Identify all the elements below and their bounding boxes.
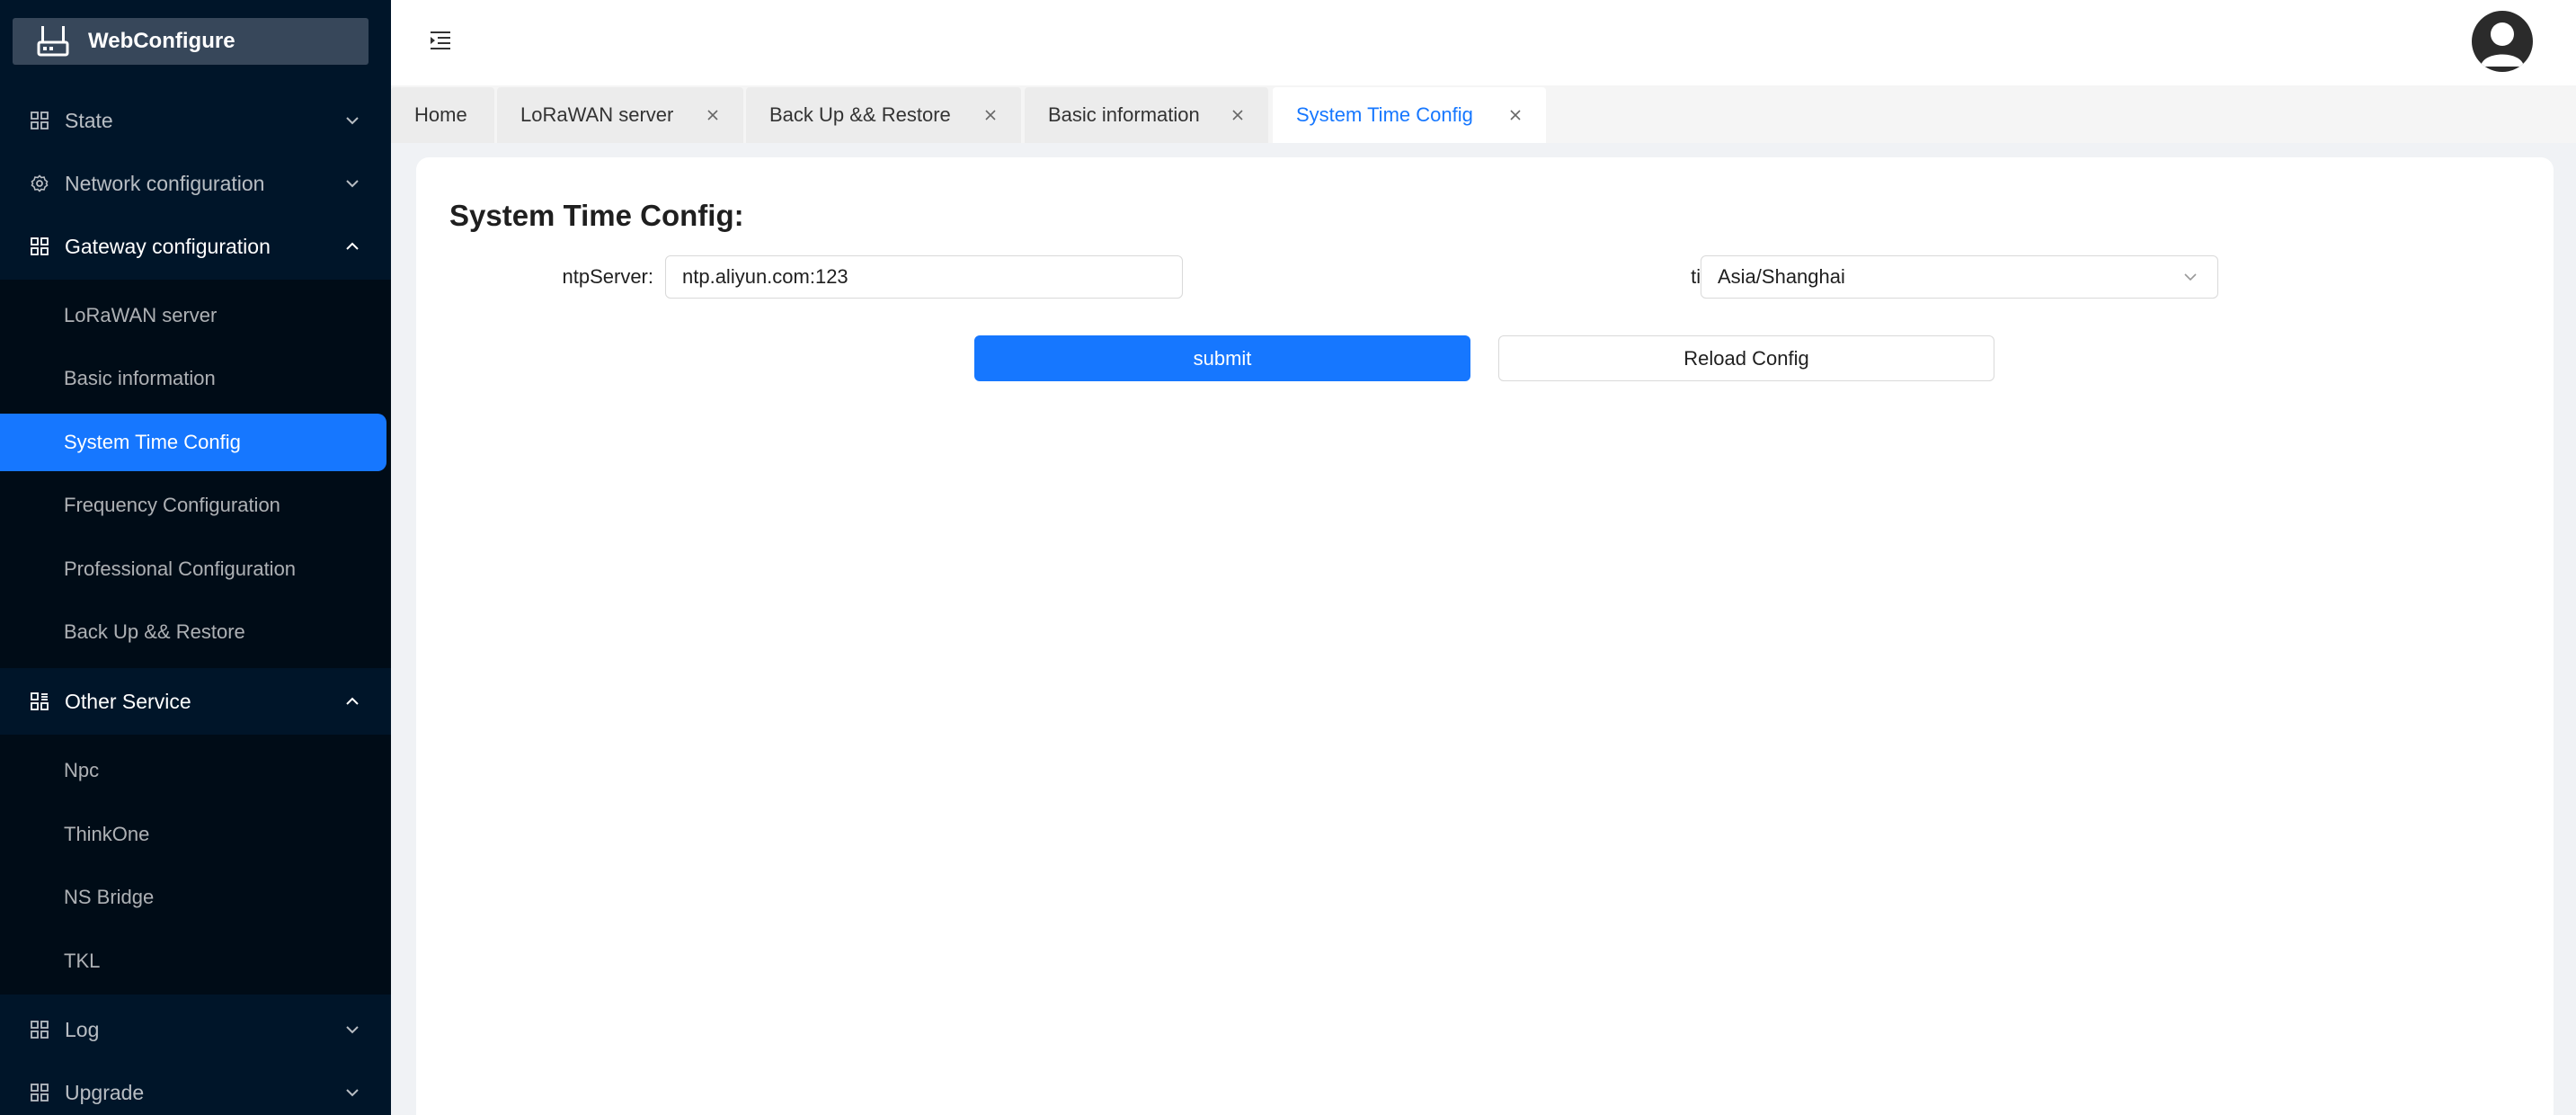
content-panel: System Time Config: ntpServer: ntp.aliyu… [416,157,2554,1115]
sidebar-item-label: Frequency Configuration [64,494,280,516]
sidebar-group-label: Log [65,1017,100,1041]
grid-icon [31,1084,49,1102]
sidebar-item-frequency-configuration[interactable]: Frequency Configuration [0,477,386,534]
chevron-down-icon [346,180,359,188]
sidebar-group-network[interactable]: Network configuration [0,152,391,215]
sidebar-item-lorawan-server[interactable]: LoRaWAN server [0,287,386,344]
sidebar-item-label: ThinkOne [64,823,150,845]
sidebar-group-label: State [65,108,113,132]
timezone-value: Asia/Shanghai [1718,265,1845,288]
sidebar-item-thinkone[interactable]: ThinkOne [0,806,386,863]
sidebar-item-label: Basic information [64,367,216,389]
sidebar-item-backup-restore[interactable]: Back Up && Restore [0,603,386,661]
grid-icon [31,112,49,129]
chevron-down-icon [346,1026,359,1034]
tab-label: Home [414,103,467,126]
sidebar-group-label: Upgrade [65,1080,145,1104]
sidebar-item-system-time-config[interactable]: System Time Config [0,414,386,471]
sidebar-group-label: Gateway configuration [65,234,271,258]
tab-system-time-config[interactable]: System Time Config [1273,87,1546,143]
top-header [391,0,2576,85]
tab-label: Back Up && Restore [769,103,951,126]
close-icon[interactable] [1508,108,1523,122]
chevron-up-icon [346,697,359,705]
sidebar: WebConfigure State Network configuration [0,0,391,1115]
chevron-down-icon [346,1089,359,1097]
chevron-down-icon [346,117,359,125]
sidebar-item-label: NS Bridge [64,886,155,908]
sidebar-item-ns-bridge[interactable]: NS Bridge [0,869,386,926]
sidebar-group-gateway[interactable]: Gateway configuration [0,215,391,278]
tab-backup-restore[interactable]: Back Up && Restore [746,87,1021,143]
sidebar-group-label: Other Service [65,689,191,713]
sidebar-item-basic-information[interactable]: Basic information [0,350,386,407]
page-title: System Time Config: [449,199,744,232]
sidebar-group-other-service[interactable]: Other Service [0,670,391,733]
ntp-server-label: ntpServer: [562,265,654,288]
tab-basic-information[interactable]: Basic information [1025,87,1268,143]
tab-label: System Time Config [1296,103,1473,126]
tab-label: LoRaWAN server [520,103,674,126]
grid-icon [31,1021,49,1039]
submit-button[interactable]: submit [974,335,1470,381]
chevron-up-icon [346,242,359,250]
sidebar-item-label: Back Up && Restore [64,620,245,643]
sidebar-item-label: System Time Config [64,431,241,453]
app-root: WebConfigure State Network configuration [0,0,2576,1115]
menu-fold-icon[interactable] [427,27,454,54]
sidebar-item-label: TKL [64,950,101,972]
ntp-server-input[interactable]: ntp.aliyun.com:123 [665,255,1183,299]
router-icon [37,26,69,57]
sidebar-group-state[interactable]: State [0,89,391,152]
tab-home[interactable]: Home [391,87,494,143]
sidebar-group-upgrade[interactable]: Upgrade [0,1061,391,1115]
logo[interactable]: WebConfigure [13,18,369,65]
timezone-select[interactable]: Asia/Shanghai [1701,255,2218,299]
user-avatar[interactable] [2472,11,2533,72]
gear-icon [31,174,49,192]
user-icon [2481,22,2524,67]
sidebar-group-label: Network configuration [65,171,265,195]
apps-icon [31,692,49,710]
sidebar-item-npc[interactable]: Npc [0,742,386,799]
sidebar-item-label: Npc [64,759,100,781]
logo-text: WebConfigure [88,29,235,53]
sidebar-group-log[interactable]: Log [0,998,391,1061]
close-icon[interactable] [706,108,720,122]
close-icon[interactable] [1230,108,1245,122]
tab-label: Basic information [1048,103,1200,126]
reload-config-button[interactable]: Reload Config [1498,335,1994,381]
tab-lorawan-server[interactable]: LoRaWAN server [497,87,743,143]
tab-bar: Home LoRaWAN server Back Up && Restore B… [391,85,2576,143]
sidebar-item-tkl[interactable]: TKL [0,932,386,990]
grid-icon [31,237,49,255]
chevron-down-icon [2184,273,2197,281]
sidebar-item-professional-configuration[interactable]: Professional Configuration [0,540,386,598]
sidebar-item-label: Professional Configuration [64,558,297,580]
close-icon[interactable] [983,108,998,122]
ntp-server-value: ntp.aliyun.com:123 [682,265,848,288]
sidebar-item-label: LoRaWAN server [64,304,218,326]
